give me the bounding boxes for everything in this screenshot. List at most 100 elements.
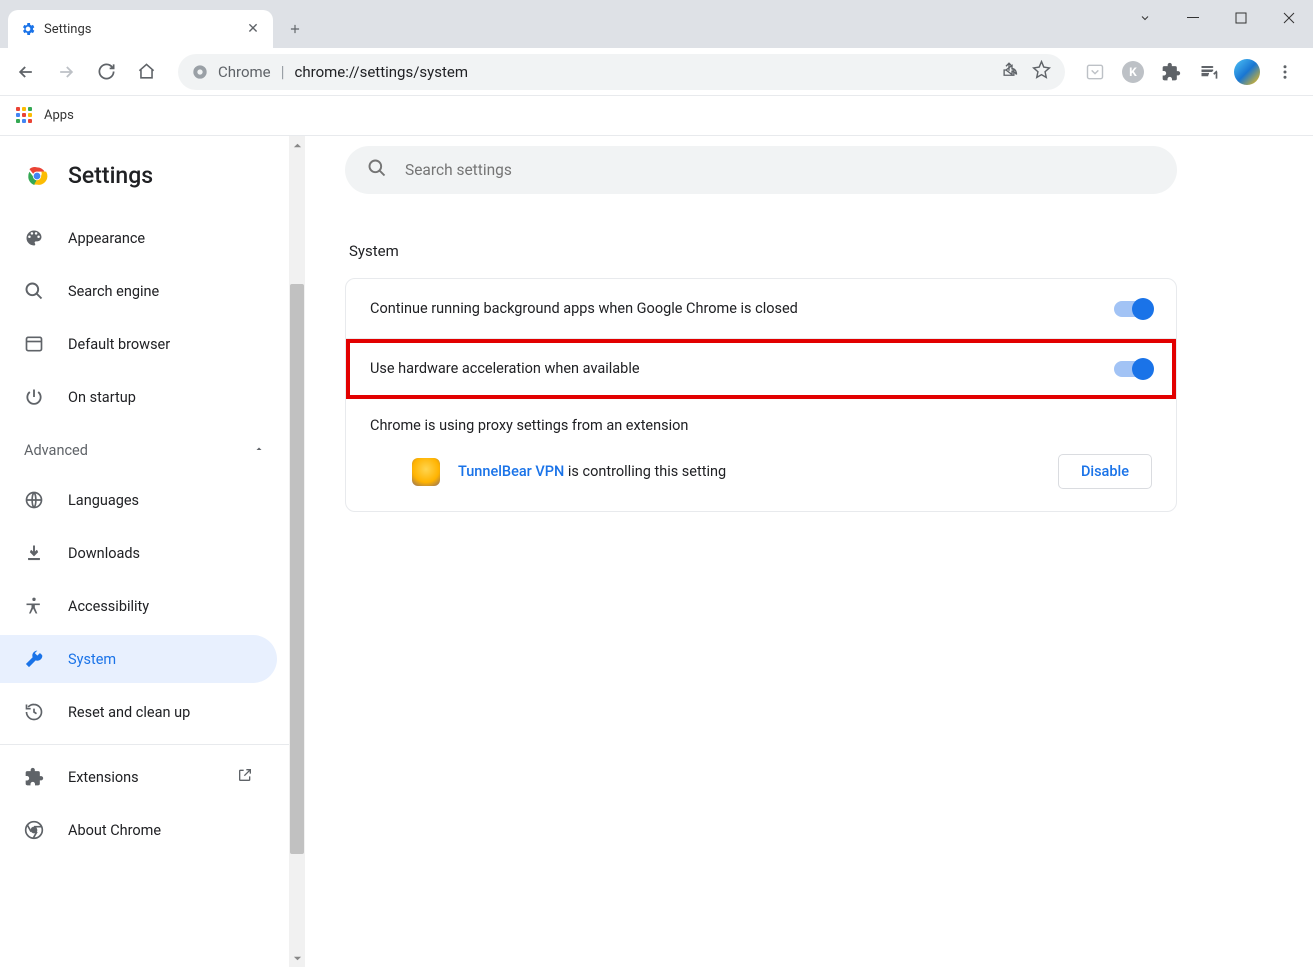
sidebar-item-label: About Chrome [68,822,253,839]
forward-button[interactable] [50,56,82,88]
reload-button[interactable] [90,56,122,88]
search-settings[interactable] [345,146,1177,194]
scroll-thumb[interactable] [290,284,304,854]
scroll-track[interactable] [289,154,305,949]
pocket-icon[interactable] [1081,58,1109,86]
sidebar-item-downloads[interactable]: Downloads [0,529,277,577]
sidebar-item-label: On startup [68,389,253,406]
extension-link[interactable]: TunnelBear VPN [458,463,564,480]
sidebar-item-about-chrome[interactable]: About Chrome [0,806,277,854]
accessibility-icon [24,596,44,616]
divider [0,744,289,745]
tunnelbear-icon [412,458,440,486]
browser-toolbar: Chrome | chrome://settings/system K [0,48,1313,96]
sidebar-item-accessibility[interactable]: Accessibility [0,582,277,630]
browser-tab[interactable]: Settings ✕ [8,10,273,48]
omnibox[interactable]: Chrome | chrome://settings/system [178,54,1065,90]
profile-avatar[interactable] [1233,58,1261,86]
section-title: System [349,242,1273,260]
window-minimize-button[interactable] [1169,0,1217,36]
share-icon[interactable] [1000,61,1018,83]
toggle-hardware-acceleration[interactable] [1114,361,1152,377]
k-extension-icon[interactable]: K [1119,58,1147,86]
sidebar-item-default-browser[interactable]: Default browser [0,320,277,368]
restore-icon [24,702,44,722]
back-button[interactable] [10,56,42,88]
external-link-icon [237,767,253,787]
search-icon [24,281,44,301]
apps-grid-icon [16,107,34,125]
download-icon [24,543,44,563]
row-label: Use hardware acceleration when available [370,360,1114,377]
sidebar-item-on-startup[interactable]: On startup [0,373,277,421]
row-proxy-settings: Chrome is using proxy settings from an e… [346,399,1176,511]
sidebar-item-label: Reset and clean up [68,704,253,721]
menu-dots-icon[interactable] [1271,58,1299,86]
omnibox-separator: | [281,62,285,81]
search-icon [367,158,387,182]
sidebar-item-reset[interactable]: Reset and clean up [0,688,277,736]
row-label: Chrome is using proxy settings from an e… [370,417,1152,434]
search-input[interactable] [405,161,1155,179]
browser-icon [24,334,44,354]
sidebar-section-advanced[interactable]: Advanced [0,426,289,471]
chrome-logo-icon [24,163,50,189]
window-controls [1121,0,1313,48]
bookmarks-bar: Apps [0,96,1313,136]
new-tab-button[interactable] [279,13,311,45]
gear-icon [20,21,36,37]
power-icon [24,387,44,407]
apps-label: Apps [44,108,74,123]
extension-suffix: is controlling this setting [564,463,726,480]
apps-shortcut[interactable]: Apps [16,107,74,125]
row-label: Continue running background apps when Go… [370,300,1114,317]
omnibox-prefix: Chrome [218,63,271,81]
sidebar-item-appearance[interactable]: Appearance [0,214,277,262]
row-hardware-acceleration: Use hardware acceleration when available [346,339,1176,399]
reading-list-icon[interactable] [1195,58,1223,86]
sidebar-item-languages[interactable]: Languages [0,476,277,524]
sidebar-item-system[interactable]: System [0,635,277,683]
titlebar: Settings ✕ [0,0,1313,48]
row-background-apps: Continue running background apps when Go… [346,279,1176,339]
chevron-up-icon [253,442,265,459]
home-button[interactable] [130,56,162,88]
sidebar-item-label: System [68,651,253,668]
extension-text: TunnelBear VPN is controlling this setti… [458,463,1040,480]
proxy-extension-info: TunnelBear VPN is controlling this setti… [370,454,1152,489]
bookmark-star-icon[interactable] [1032,60,1051,83]
extension-icon [24,767,44,787]
sidebar-item-label: Accessibility [68,598,253,615]
window-maximize-button[interactable] [1217,0,1265,36]
advanced-label: Advanced [24,442,88,459]
sidebar-item-label: Extensions [68,769,213,786]
settings-sidebar: Settings Appearance Search engine Defaul… [0,136,289,967]
globe-icon [24,490,44,510]
sidebar-item-label: Default browser [68,336,253,353]
sidebar-item-label: Search engine [68,283,253,300]
tab-title: Settings [44,22,237,37]
extensions-puzzle-icon[interactable] [1157,58,1185,86]
toggle-background-apps[interactable] [1114,301,1152,317]
disable-button[interactable]: Disable [1058,454,1152,489]
sidebar-item-label: Appearance [68,230,253,247]
chrome-icon [24,820,44,840]
omnibox-url: chrome://settings/system [295,63,468,81]
sidebar-item-extensions[interactable]: Extensions [0,753,277,801]
scroll-up-arrow[interactable] [289,136,305,154]
tab-close-button[interactable]: ✕ [245,21,261,37]
sidebar-scrollbar[interactable] [289,136,305,967]
site-info-icon[interactable] [192,64,208,80]
wrench-icon [24,649,44,669]
settings-header: Settings [0,146,289,209]
sidebar-item-label: Downloads [68,545,253,562]
sidebar-item-search-engine[interactable]: Search engine [0,267,277,315]
sidebar-item-label: Languages [68,492,253,509]
settings-content: System Continue running background apps … [305,136,1313,967]
window-close-button[interactable] [1265,0,1313,36]
settings-title: Settings [68,162,153,189]
window-chevron-button[interactable] [1121,0,1169,36]
system-settings-card: Continue running background apps when Go… [345,278,1177,512]
palette-icon [24,228,44,248]
scroll-down-arrow[interactable] [289,949,305,967]
